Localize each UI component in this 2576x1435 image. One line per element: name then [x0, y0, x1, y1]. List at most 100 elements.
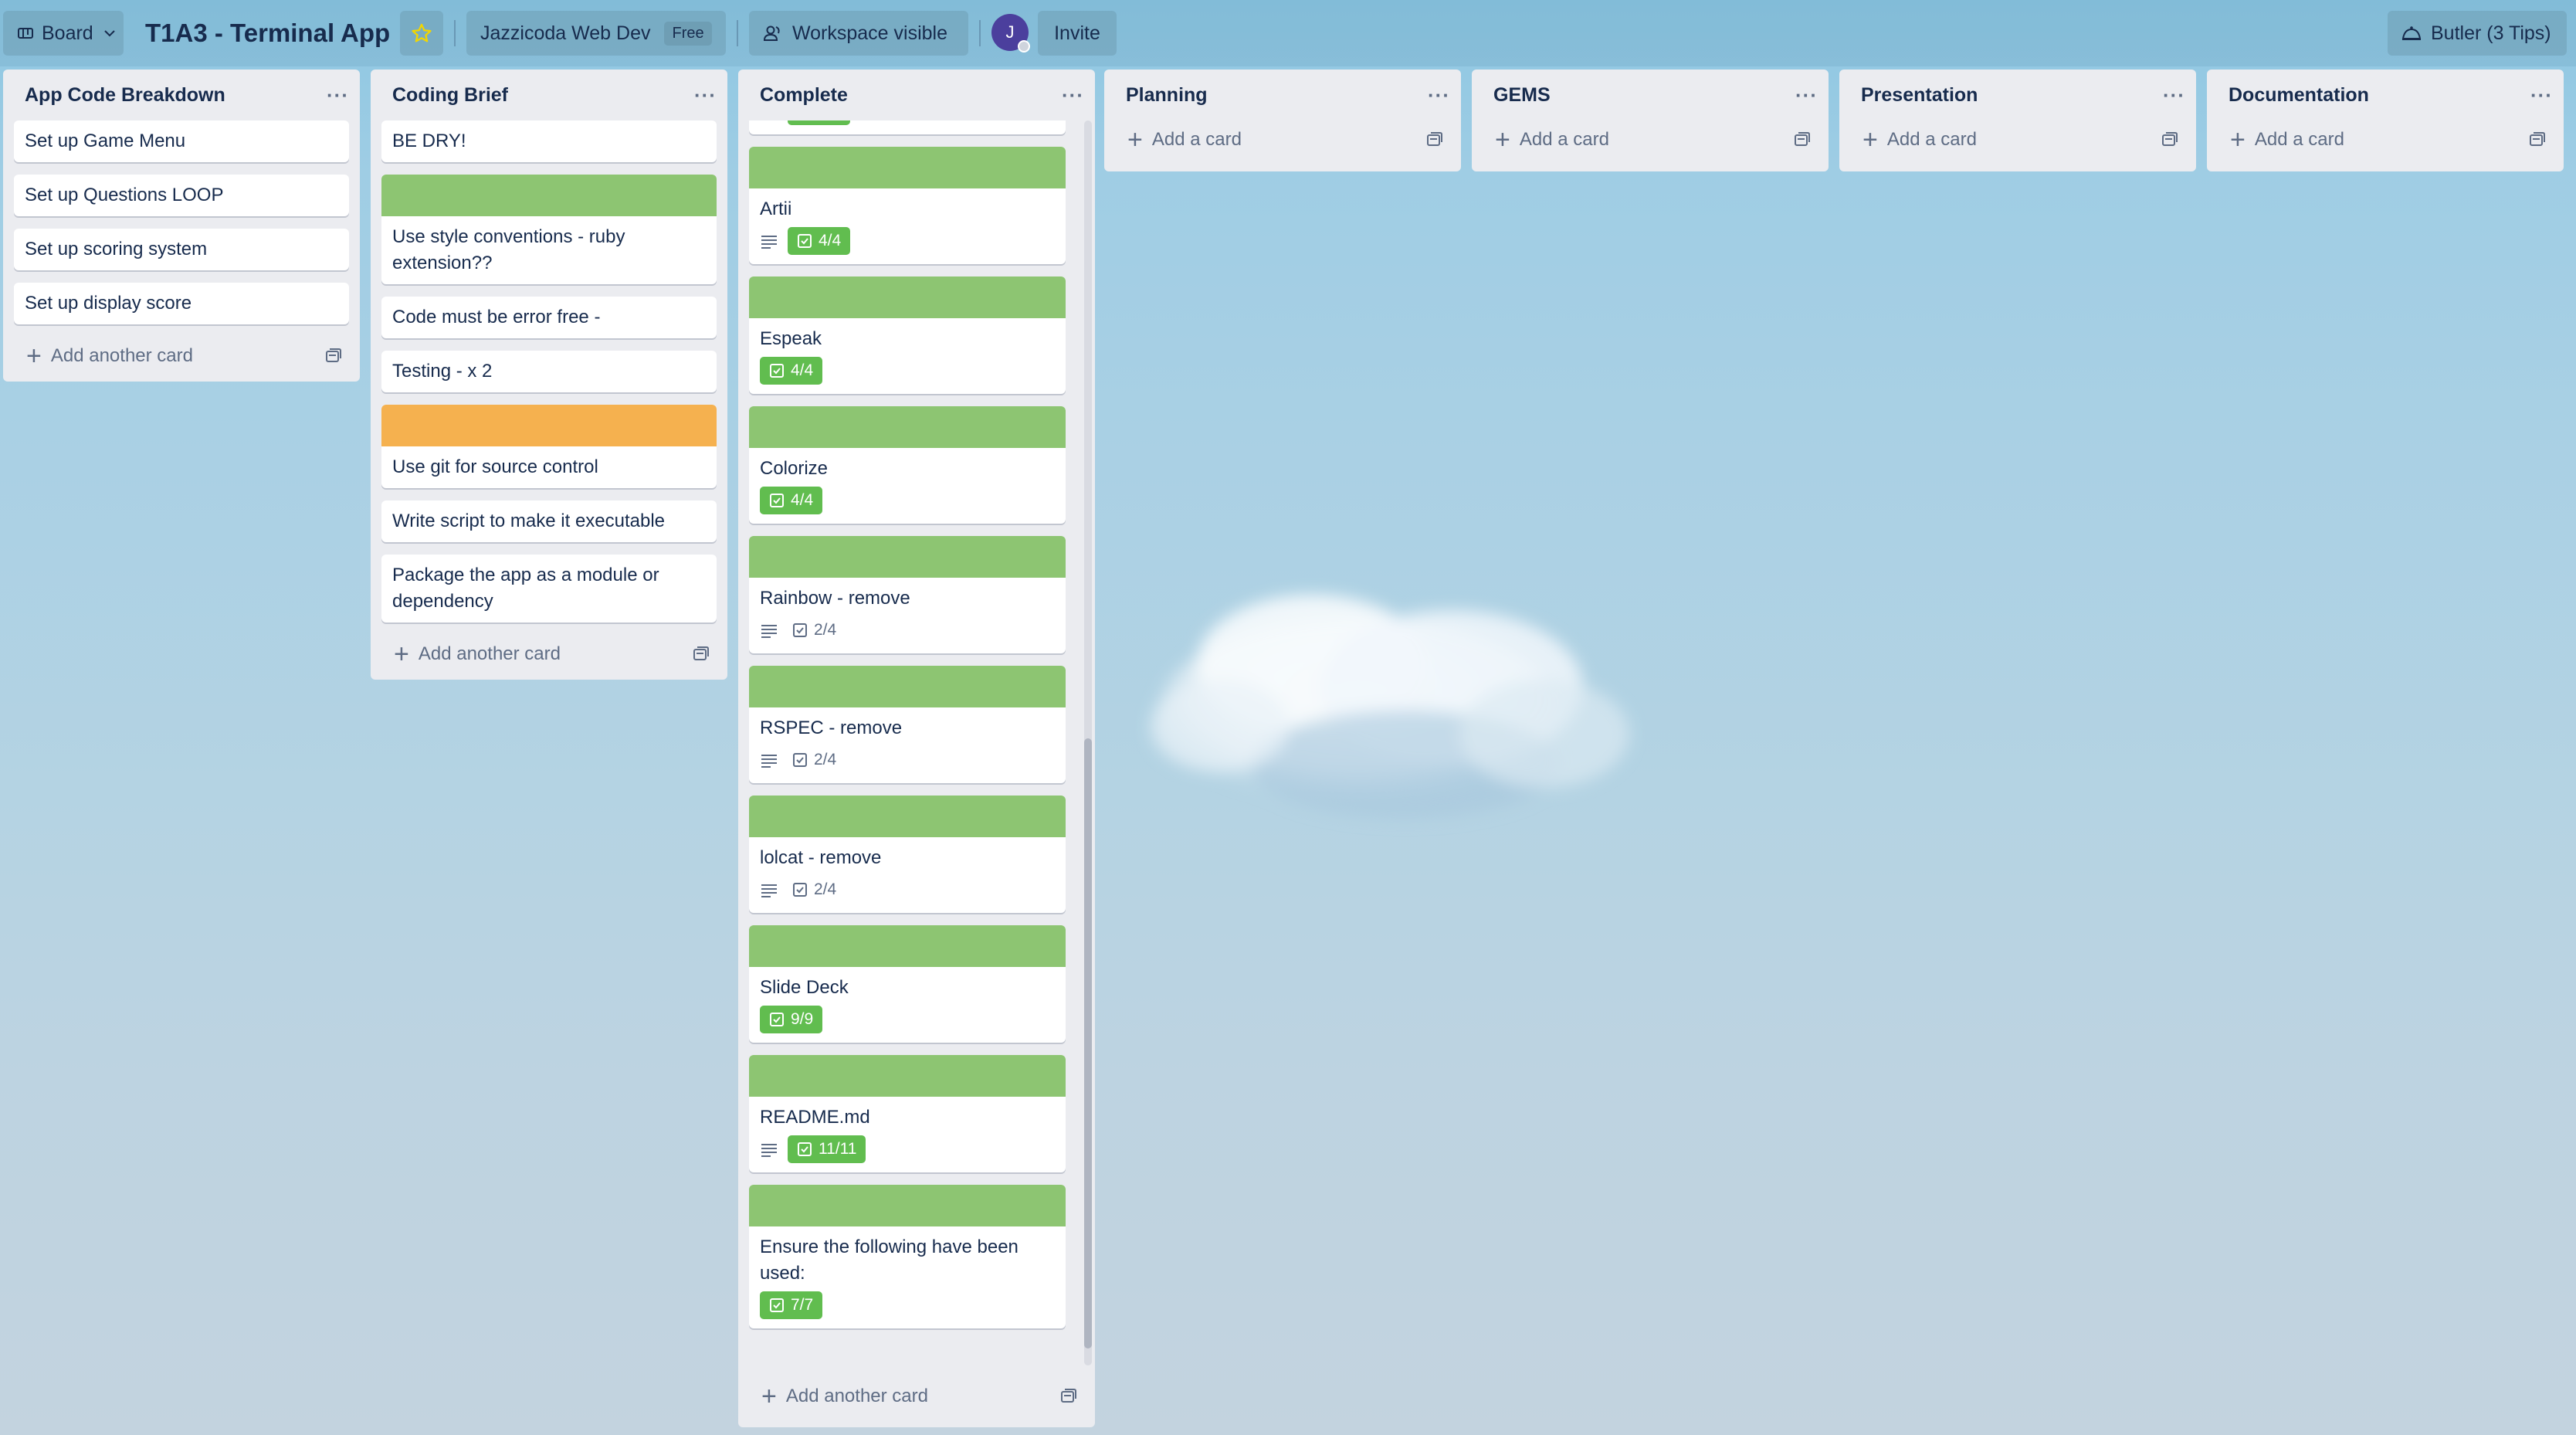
list-menu-icon[interactable]: ··· — [1062, 83, 1084, 107]
add-card-label: Add a card — [2254, 129, 2344, 150]
card-template-icon[interactable] — [1059, 1387, 1078, 1406]
chevron-down-icon — [104, 30, 115, 37]
board-view-switcher[interactable]: Board — [3, 11, 124, 56]
card[interactable]: RSPEC - remove 2/4 — [749, 666, 1066, 783]
avatar[interactable]: J — [991, 14, 1030, 53]
card-template-icon[interactable] — [2528, 131, 2547, 149]
checklist-icon — [770, 494, 784, 507]
list-title[interactable]: Coding Brief — [392, 84, 508, 107]
divider — [454, 20, 456, 46]
card[interactable]: Espeak 4/4 — [749, 276, 1066, 394]
list-card-scroll-area[interactable]: 4/4 Artii 4/4 Espeak 4/4 Colorize 4/4 Rainbow -… — [738, 120, 1095, 1365]
card-cover — [749, 147, 1066, 188]
list-app-code-breakdown: App Code Breakdown ··· Set up Game Menu … — [3, 70, 360, 382]
card-template-icon[interactable] — [1425, 131, 1444, 149]
list-planning: Planning ··· + Add a card — [1104, 70, 1461, 171]
add-card-button[interactable]: + Add another card — [26, 343, 193, 369]
add-card-button[interactable]: + Add a card — [2230, 127, 2344, 153]
list-menu-icon[interactable]: ··· — [694, 83, 717, 107]
checklist-icon — [770, 1298, 784, 1312]
checklist-badge: 4/4 — [788, 120, 851, 125]
card[interactable]: README.md 11/11 — [749, 1055, 1066, 1172]
checklist-icon — [770, 1013, 784, 1026]
add-card-button[interactable]: + Add a card — [1495, 127, 1609, 153]
card-cover — [381, 175, 717, 216]
board-title[interactable]: T1A3 - Terminal App — [145, 11, 390, 56]
list-header: Planning ··· — [1104, 70, 1461, 120]
list-menu-icon[interactable]: ··· — [1795, 83, 1818, 107]
list-title[interactable]: Documentation — [2229, 84, 2369, 107]
add-card-label: Add another card — [50, 345, 193, 366]
list-menu-icon[interactable]: ··· — [2163, 83, 2185, 107]
add-card-button[interactable]: + Add another card — [394, 641, 561, 667]
card-template-icon[interactable] — [324, 347, 343, 365]
card[interactable]: 4/4 — [749, 120, 1066, 134]
plus-icon: + — [761, 1382, 777, 1411]
add-card-button[interactable]: + Add a card — [1127, 127, 1242, 153]
scrollbar-thumb[interactable] — [1084, 738, 1092, 1348]
card[interactable]: Rainbow - remove 2/4 — [749, 536, 1066, 653]
card-title: Set up Game Menu — [25, 131, 186, 151]
visibility-label: Workspace visible — [792, 22, 948, 44]
list-title[interactable]: App Code Breakdown — [25, 84, 225, 107]
card[interactable]: lolcat - remove 2/4 — [749, 796, 1066, 913]
list-title[interactable]: Complete — [760, 84, 848, 107]
workspace-button[interactable]: Jazzicoda Web Dev Free — [466, 11, 726, 56]
list-header: App Code Breakdown ··· — [3, 70, 360, 120]
card-title: Espeak — [760, 328, 822, 349]
card[interactable]: Use style conventions - ruby extension?? — [381, 175, 717, 284]
star-button[interactable] — [400, 11, 443, 56]
card[interactable]: Package the app as a module or dependenc… — [381, 555, 717, 623]
card[interactable]: Artii 4/4 — [749, 147, 1066, 264]
checklist-badge: 4/4 — [788, 227, 851, 255]
add-card-label: Add another card — [785, 1386, 928, 1406]
list-menu-icon[interactable]: ··· — [1428, 83, 1450, 107]
card[interactable]: Set up Questions LOOP — [14, 175, 349, 216]
description-icon — [761, 1144, 777, 1157]
card[interactable]: Slide Deck 9/9 — [749, 925, 1066, 1043]
plus-icon: + — [1127, 125, 1143, 154]
card[interactable]: BE DRY! — [381, 120, 717, 162]
checklist-count: 2/4 — [814, 880, 837, 898]
add-card-label: Add another card — [418, 643, 561, 664]
checklist-badge: 2/4 — [788, 876, 841, 904]
list-title[interactable]: Presentation — [1861, 84, 1978, 107]
list-coding-brief: Coding Brief ··· BE DRY! Use style conve… — [371, 70, 727, 680]
checklist-count: 4/4 — [791, 361, 814, 379]
card[interactable]: Use git for source control — [381, 405, 717, 488]
card[interactable]: Code must be error free - — [381, 297, 717, 338]
card-title: RSPEC - remove — [760, 718, 903, 738]
invite-button[interactable]: Invite — [1038, 11, 1117, 56]
avatar-initial: J — [1005, 22, 1015, 42]
card[interactable]: Testing - x 2 — [381, 351, 717, 392]
list-title[interactable]: Planning — [1126, 84, 1208, 107]
add-card-button[interactable]: + Add a card — [1863, 127, 1977, 153]
list-header: Documentation ··· — [2207, 70, 2564, 120]
card[interactable]: Ensure the following have been used: 7/7 — [749, 1185, 1066, 1328]
checklist-count: 7/7 — [791, 1296, 814, 1314]
card-template-icon[interactable] — [1793, 131, 1812, 149]
board-view-label: Board — [42, 22, 93, 44]
checklist-badge: 4/4 — [760, 487, 823, 514]
card[interactable]: Set up scoring system — [14, 229, 349, 270]
card[interactable]: Colorize 4/4 — [749, 406, 1066, 524]
card-title: BE DRY! — [392, 131, 466, 151]
list-menu-icon[interactable]: ··· — [2530, 83, 2553, 107]
card-template-icon[interactable] — [692, 645, 710, 663]
invite-label: Invite — [1054, 22, 1100, 44]
description-icon — [761, 884, 777, 897]
list-title[interactable]: GEMS — [1493, 84, 1551, 107]
card[interactable]: Set up Game Menu — [14, 120, 349, 162]
butler-button[interactable]: Butler (3 Tips) — [2388, 11, 2567, 56]
visibility-button[interactable]: Workspace visible — [749, 11, 968, 56]
workspace-name: Jazzicoda Web Dev — [480, 22, 651, 44]
checklist-count: 2/4 — [814, 751, 837, 768]
add-card-label: Add a card — [1151, 129, 1242, 150]
card-template-icon[interactable] — [2161, 131, 2179, 149]
card-title: Set up Questions LOOP — [25, 185, 224, 205]
card[interactable]: Set up display score — [14, 283, 349, 324]
add-card-button[interactable]: + Add another card — [761, 1383, 928, 1410]
checklist-icon — [798, 234, 812, 248]
card[interactable]: Write script to make it executable — [381, 500, 717, 542]
list-menu-icon[interactable]: ··· — [327, 83, 349, 107]
